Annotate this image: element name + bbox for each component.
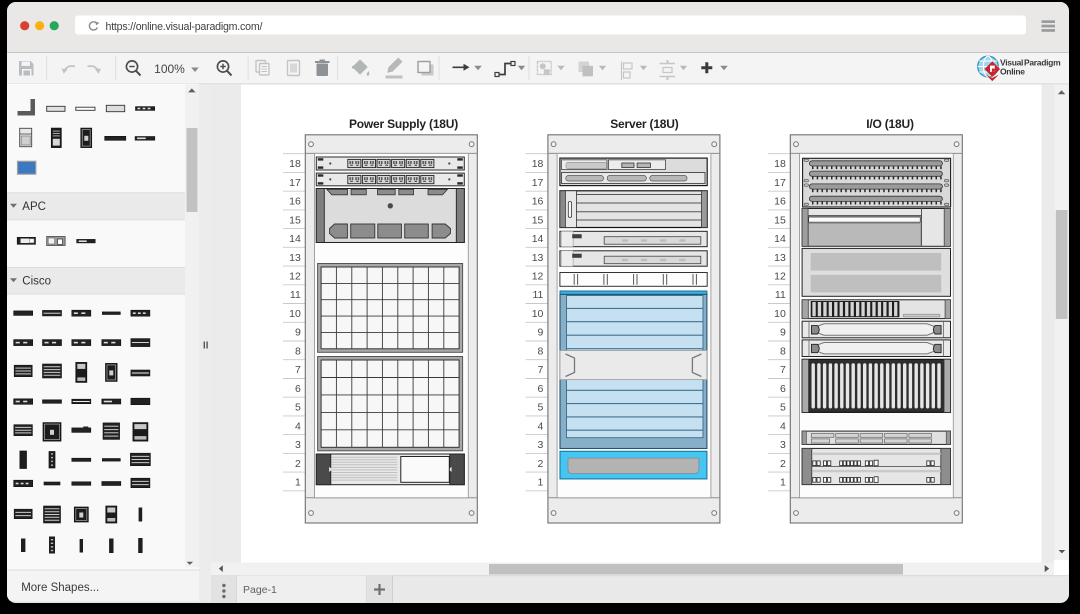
svg-text:8: 8 [538,345,544,357]
svg-text:15: 15 [289,214,301,226]
svg-text:8: 8 [780,345,786,357]
svg-text:11: 11 [532,289,543,301]
svg-text:9: 9 [780,327,786,339]
svg-text:17: 17 [532,177,544,189]
svg-text:Cisco: Cisco [22,276,51,288]
svg-text:13: 13 [289,252,301,264]
svg-text:3: 3 [538,439,544,451]
svg-text:5: 5 [780,402,786,414]
svg-text:10: 10 [532,308,544,320]
svg-text:Paradigm: Paradigm [1024,58,1061,68]
svg-text:10: 10 [774,308,786,320]
svg-text:6: 6 [295,383,301,395]
svg-text:14: 14 [532,233,544,245]
svg-text:Power Supply (18U): Power Supply (18U) [349,117,458,131]
svg-text:5: 5 [295,402,301,414]
svg-text:Page-1: Page-1 [243,584,277,596]
svg-text:1: 1 [780,477,786,489]
svg-text:15: 15 [532,214,544,226]
svg-text:2: 2 [780,458,786,470]
svg-text:3: 3 [295,439,301,451]
svg-text:13: 13 [774,252,786,264]
svg-text:4: 4 [295,420,301,432]
svg-text:16: 16 [289,196,301,208]
svg-text:18: 18 [532,158,544,170]
svg-text:I/O (18U): I/O (18U) [866,117,914,131]
svg-text:https://online.visual-paradigm: https://online.visual-paradigm.com/ [106,21,263,33]
svg-text:5: 5 [538,402,544,414]
svg-text:12: 12 [774,271,786,283]
svg-text:1: 1 [538,477,544,489]
svg-text:11: 11 [290,289,301,301]
svg-text:APC: APC [22,201,46,213]
svg-text:Online: Online [1000,67,1025,77]
svg-text:7: 7 [295,364,301,376]
svg-text:More Shapes...: More Shapes... [21,582,99,594]
svg-text:18: 18 [774,158,786,170]
svg-text:7: 7 [538,364,544,376]
svg-text:2: 2 [538,458,544,470]
svg-text:8: 8 [295,345,301,357]
svg-text:6: 6 [780,383,786,395]
svg-text:12: 12 [532,271,544,283]
svg-text:2: 2 [295,458,301,470]
svg-text:14: 14 [774,233,786,245]
svg-text:16: 16 [774,196,786,208]
svg-text:9: 9 [295,327,301,339]
svg-text:4: 4 [538,420,544,432]
svg-text:17: 17 [774,177,786,189]
svg-text:Server (18U): Server (18U) [610,117,679,131]
svg-text:18: 18 [289,158,301,170]
svg-text:1: 1 [295,477,301,489]
svg-text:9: 9 [538,327,544,339]
svg-text:10: 10 [289,308,301,320]
svg-text:7: 7 [780,364,786,376]
svg-text:12: 12 [289,271,301,283]
svg-text:13: 13 [532,252,544,264]
svg-text:15: 15 [774,214,786,226]
svg-text:6: 6 [538,383,544,395]
svg-text:4: 4 [780,420,786,432]
svg-text:100%: 100% [154,62,185,76]
svg-text:16: 16 [532,196,544,208]
svg-text:17: 17 [289,177,301,189]
svg-text:11: 11 [775,289,786,301]
svg-text:3: 3 [780,439,786,451]
svg-text:14: 14 [289,233,301,245]
